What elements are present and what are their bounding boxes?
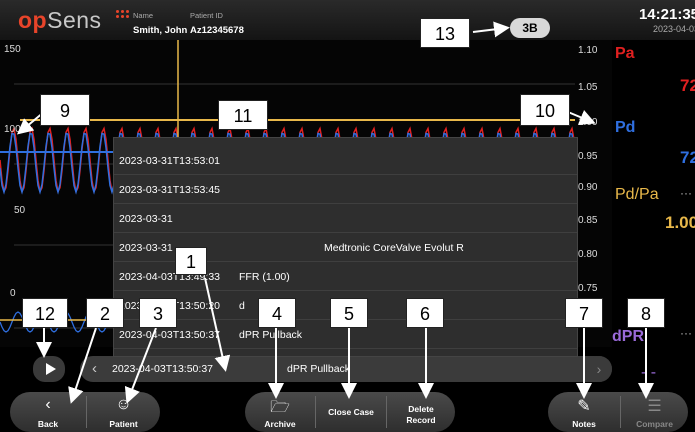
- callout-1: 1: [175, 247, 207, 275]
- callout-8: 8: [627, 298, 665, 328]
- callout-arrows: [16, 21, 654, 404]
- callout-11: 11: [218, 100, 268, 130]
- callout-2: 2: [86, 298, 124, 328]
- callout-arrow-13: [472, 21, 510, 38]
- callout-arrow-1: [204, 277, 231, 372]
- callout-7: 7: [565, 298, 603, 328]
- callout-arrow-10: [567, 110, 596, 125]
- callout-5: 5: [330, 298, 368, 328]
- callout-13: 13: [420, 18, 470, 48]
- callout-9: 9: [40, 94, 90, 126]
- callout-arrow-3: [124, 327, 157, 404]
- callout-6: 6: [406, 298, 444, 328]
- callout-4: 4: [258, 298, 296, 328]
- callout-3: 3: [139, 298, 177, 328]
- callout-arrow-2: [68, 327, 97, 404]
- callout-12: 12: [22, 298, 68, 328]
- callout-10: 10: [520, 94, 570, 126]
